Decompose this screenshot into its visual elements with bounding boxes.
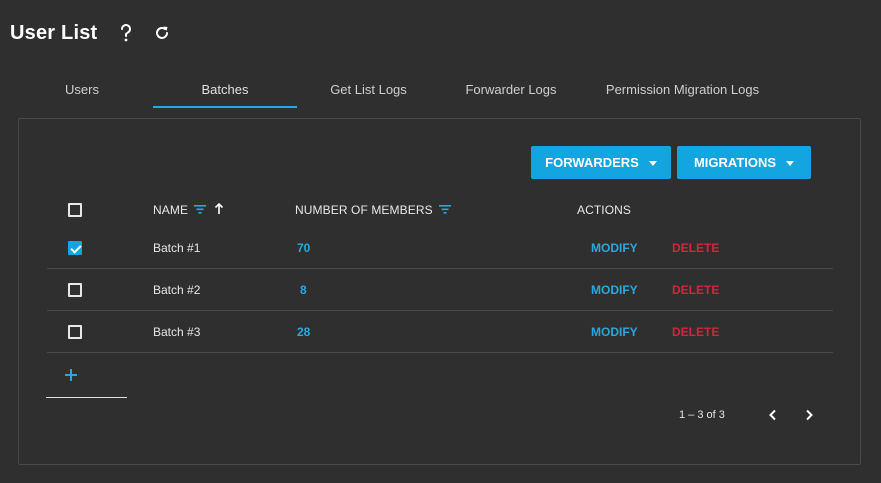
modify-button[interactable]: MODIFY <box>591 283 638 297</box>
name-column-header[interactable]: NAME <box>153 202 224 218</box>
member-count-link[interactable]: 70 <box>297 241 310 255</box>
caret-down-icon <box>648 161 657 166</box>
delete-button[interactable]: DELETE <box>672 241 719 255</box>
migrations-button-label: MIGRATIONS <box>693 155 777 170</box>
table-row: Batch #1 70 MODIFY DELETE <box>47 227 833 269</box>
members-header-label: NUMBER OF MEMBERS <box>295 203 433 217</box>
sort-asc-icon[interactable] <box>214 202 224 218</box>
caret-down-icon <box>786 161 795 166</box>
table-row: Batch #2 8 MODIFY DELETE <box>47 269 833 311</box>
chevron-right-icon[interactable] <box>801 407 817 423</box>
member-count-link[interactable]: 8 <box>300 283 307 297</box>
add-batch-field[interactable] <box>46 363 127 398</box>
actions-header-label: ACTIONS <box>577 203 632 217</box>
actions-column-header: ACTIONS <box>577 203 631 217</box>
tab-forwarder-logs[interactable]: Forwarder Logs <box>450 70 572 108</box>
plus-icon[interactable] <box>63 367 79 388</box>
select-all-checkbox[interactable] <box>68 203 82 217</box>
modify-button[interactable]: MODIFY <box>591 241 638 255</box>
table-row: Batch #3 28 MODIFY DELETE <box>47 311 833 353</box>
forwarders-button-label: FORWARDERS <box>545 155 639 170</box>
page-header: User List <box>10 18 173 48</box>
filter-icon[interactable] <box>194 203 207 217</box>
tab-permission-migration-logs[interactable]: Permission Migration Logs <box>590 70 775 108</box>
batches-panel: FORWARDERS MIGRATIONS NAME NUMBER OF MEM… <box>18 118 861 465</box>
batch-name: Batch #2 <box>153 282 201 297</box>
refresh-icon[interactable] <box>151 22 173 44</box>
table-header-row: NAME NUMBER OF MEMBERS ACTIONS <box>47 189 833 231</box>
forwarders-button[interactable]: FORWARDERS <box>531 146 671 179</box>
member-count-link[interactable]: 28 <box>297 325 310 339</box>
delete-button[interactable]: DELETE <box>672 283 719 297</box>
delete-button[interactable]: DELETE <box>672 325 719 339</box>
row-checkbox[interactable] <box>68 324 82 339</box>
row-checkbox[interactable] <box>68 282 82 297</box>
active-tab-indicator <box>153 106 297 108</box>
members-column-header[interactable]: NUMBER OF MEMBERS <box>295 203 451 217</box>
pagination-range: 1 – 3 of 3 <box>679 409 725 421</box>
row-checkbox[interactable] <box>68 240 82 255</box>
modify-button[interactable]: MODIFY <box>591 325 638 339</box>
filter-icon[interactable] <box>438 203 451 217</box>
batch-name: Batch #1 <box>153 240 201 255</box>
batch-name: Batch #3 <box>153 324 201 339</box>
page-title: User List <box>10 21 98 44</box>
name-header-label: NAME <box>153 203 189 217</box>
tab-users[interactable]: Users <box>43 70 121 108</box>
help-icon[interactable] <box>115 22 137 44</box>
tab-batches[interactable]: Batches <box>153 70 297 108</box>
migrations-button[interactable]: MIGRATIONS <box>677 146 811 179</box>
tab-get-list-logs[interactable]: Get List Logs <box>310 70 427 108</box>
chevron-left-icon[interactable] <box>765 407 781 423</box>
